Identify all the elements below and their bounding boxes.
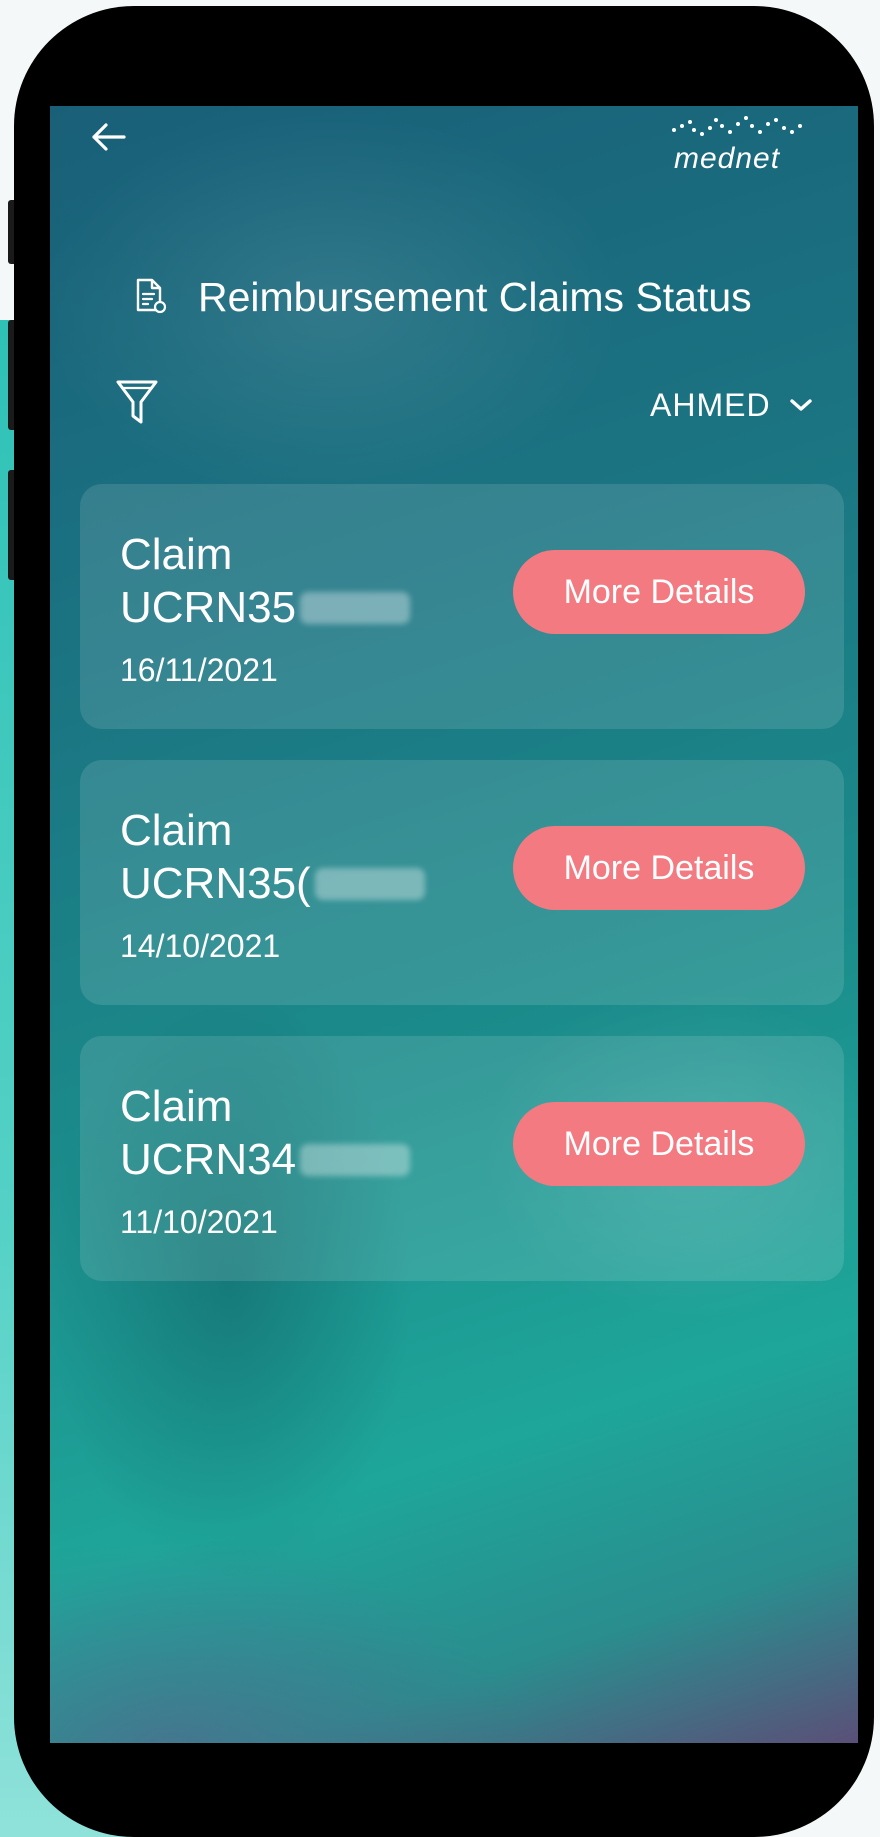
claim-label: Claim [120,1082,233,1131]
app-screen: mednet Reimbursement Claims Status AHMED [50,106,858,1743]
claim-date: 11/10/2021 [120,1204,278,1240]
filter-icon[interactable] [114,376,160,428]
page-title: Reimbursement Claims Status [198,274,752,320]
claim-number-row: UCRN35 [120,582,411,634]
page-header: Reimbursement Claims Status [130,266,830,326]
mednet-logo: mednet [660,112,840,182]
claim-card: Claim UCRN34 11/10/2021 More Details [80,1036,844,1281]
claim-card: Claim UCRN35( 14/10/2021 More Details [80,760,844,1005]
redacted-block [314,868,425,900]
redacted-block [300,1144,411,1176]
claims-list: Claim UCRN35 16/11/2021 More Details Cla… [80,484,844,1312]
claim-date: 16/11/2021 [120,652,278,688]
more-details-button[interactable]: More Details [513,1102,805,1186]
document-icon [136,278,167,314]
logo-text: mednet [674,142,781,175]
claim-number: UCRN35 [120,583,297,632]
back-arrow-icon[interactable] [88,120,128,154]
claim-number: UCRN34 [120,1135,297,1184]
claim-card: Claim UCRN35 16/11/2021 More Details [80,484,844,729]
claim-date: 14/10/2021 [120,928,281,964]
redacted-block [300,592,411,624]
more-details-button[interactable]: More Details [513,826,805,910]
claim-number-row: UCRN34 [120,1134,411,1186]
logo-dots-icon [672,116,802,136]
claim-number: UCRN35( [120,859,311,908]
phone-frame: mednet Reimbursement Claims Status AHMED [14,6,874,1837]
claim-label: Claim [120,530,233,579]
member-name: AHMED [650,386,771,423]
chevron-down-icon [789,399,812,411]
more-details-button[interactable]: More Details [513,550,805,634]
member-dropdown[interactable]: AHMED [650,384,813,426]
claim-label: Claim [120,806,233,855]
stage: mednet Reimbursement Claims Status AHMED [0,0,880,1837]
claim-number-row: UCRN35( [120,858,425,910]
